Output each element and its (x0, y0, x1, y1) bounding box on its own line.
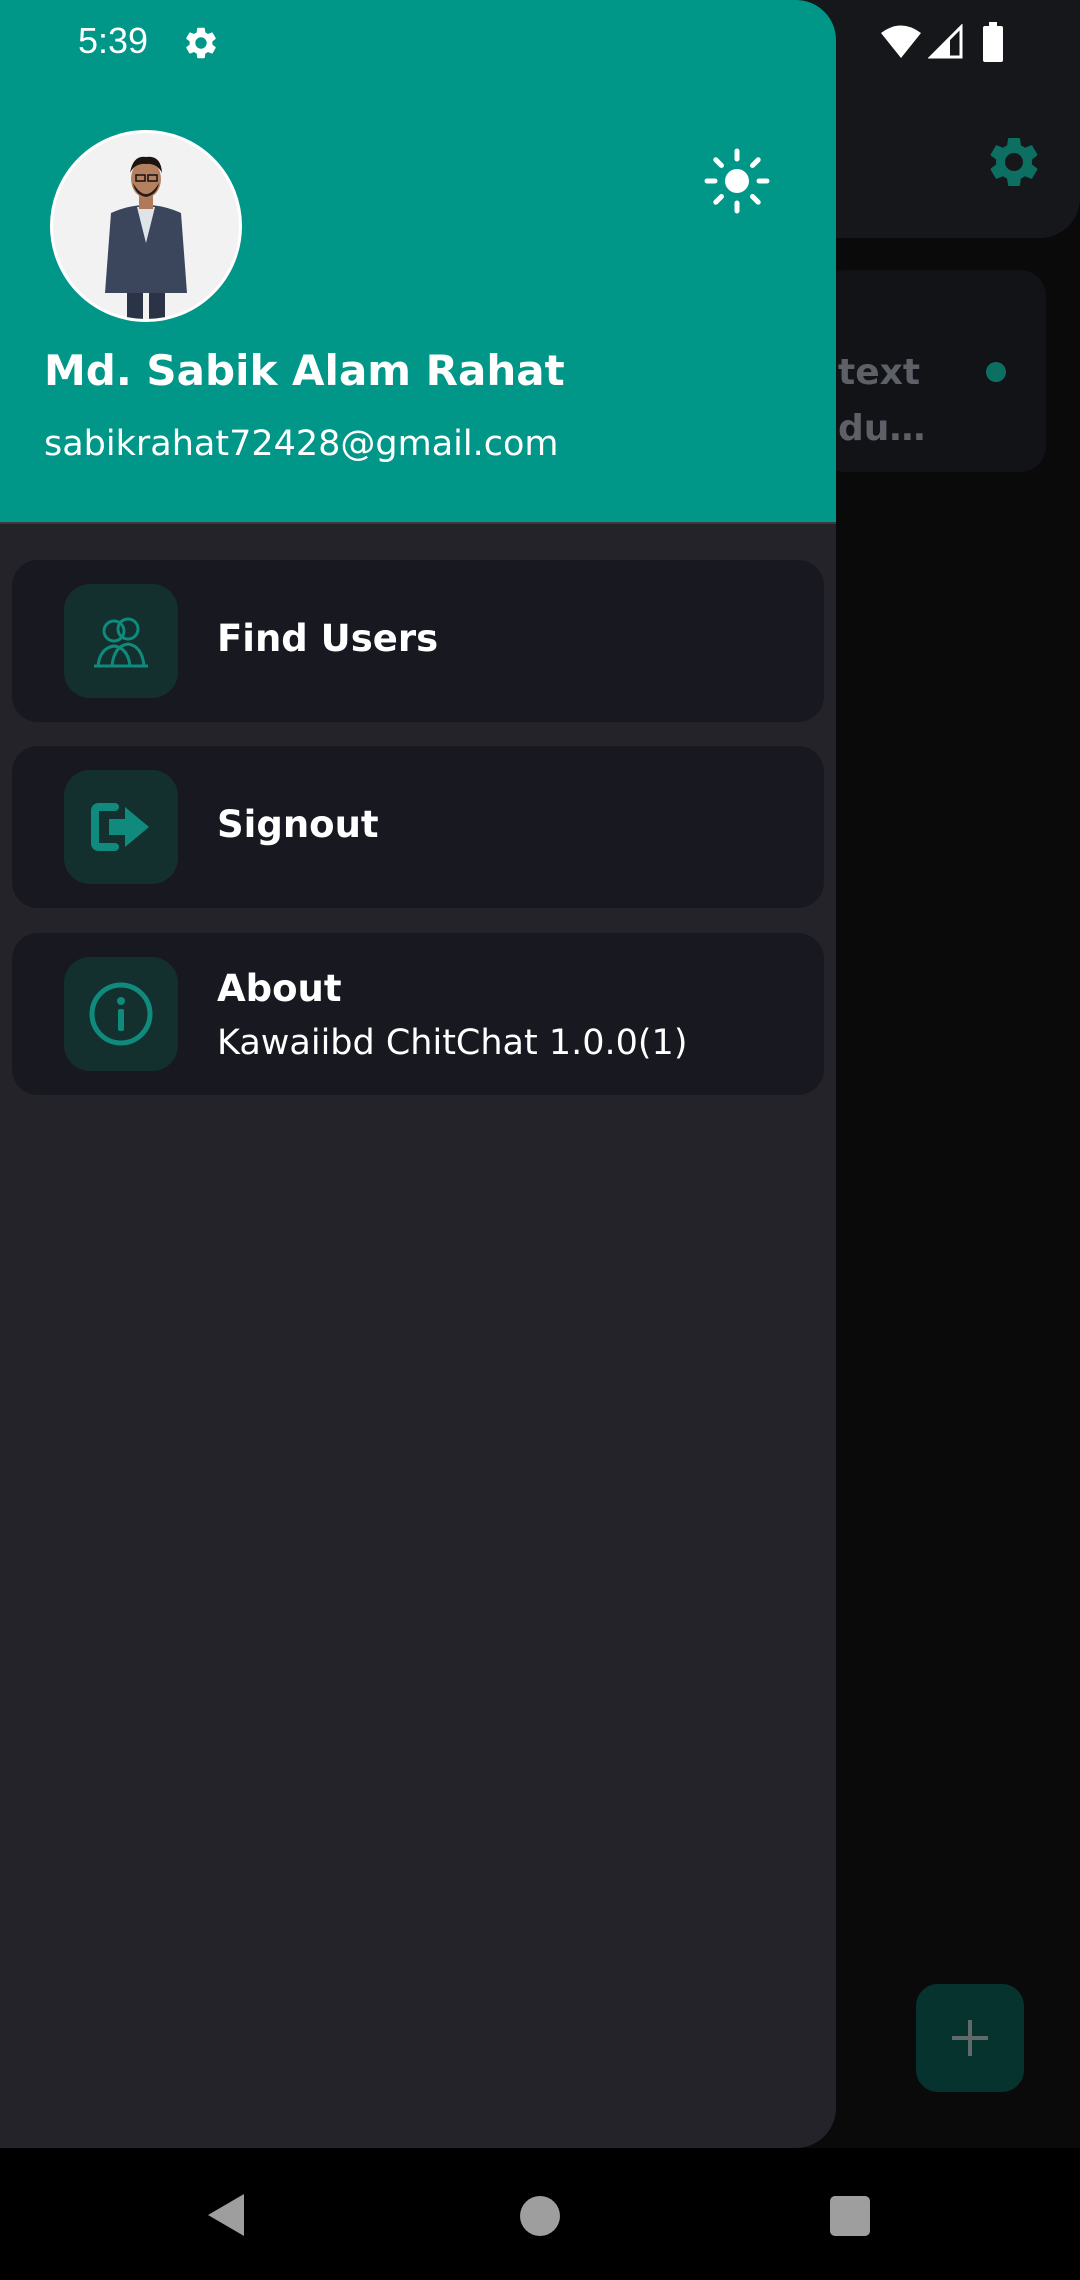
profile-photo (53, 133, 239, 319)
wifi-icon (881, 25, 921, 58)
navigation-drawer: Md. Sabik Alam Rahat sabikrahat72428@gma… (0, 0, 836, 2148)
app-version-text: Kawaiibd ChitChat 1.0.0(1) (217, 1023, 688, 1063)
sun-icon[interactable] (704, 148, 770, 214)
signout-icon (91, 803, 149, 851)
status-bar: 5:39 (0, 0, 1080, 88)
menu-icon-box (64, 770, 178, 884)
status-time: 5:39 (78, 20, 149, 61)
info-icon (89, 982, 153, 1046)
gear-icon (186, 27, 216, 59)
system-nav-bar (0, 2148, 1080, 2280)
menu-item-label: Signout (217, 803, 379, 846)
signal-icon (928, 24, 963, 59)
chat-preview-text: du… (838, 408, 926, 449)
recents-icon[interactable] (830, 2196, 870, 2236)
avatar[interactable] (50, 130, 242, 322)
menu-item-about[interactable]: About Kawaiibd ChitChat 1.0.0(1) (12, 933, 824, 1095)
home-icon[interactable] (520, 2196, 560, 2236)
chat-list-item[interactable]: text du… (820, 270, 1046, 472)
battery-icon (983, 22, 1003, 62)
online-indicator (986, 362, 1006, 382)
menu-item-find-users[interactable]: Find Users (12, 560, 824, 722)
user-name: Md. Sabik Alam Rahat (44, 346, 565, 395)
gear-icon[interactable] (984, 132, 1044, 192)
chat-preview-text: text (838, 352, 921, 393)
users-icon (94, 617, 148, 668)
menu-item-signout[interactable]: Signout (12, 746, 824, 908)
menu-icon-box (64, 957, 178, 1071)
new-chat-button[interactable] (916, 1984, 1024, 2092)
plus-icon (952, 2020, 988, 2056)
menu-item-label: About (217, 967, 342, 1010)
menu-item-label: Find Users (217, 617, 439, 660)
menu-icon-box (64, 584, 178, 698)
back-icon[interactable] (204, 2192, 248, 2238)
user-email: sabikrahat72428@gmail.com (44, 424, 559, 464)
